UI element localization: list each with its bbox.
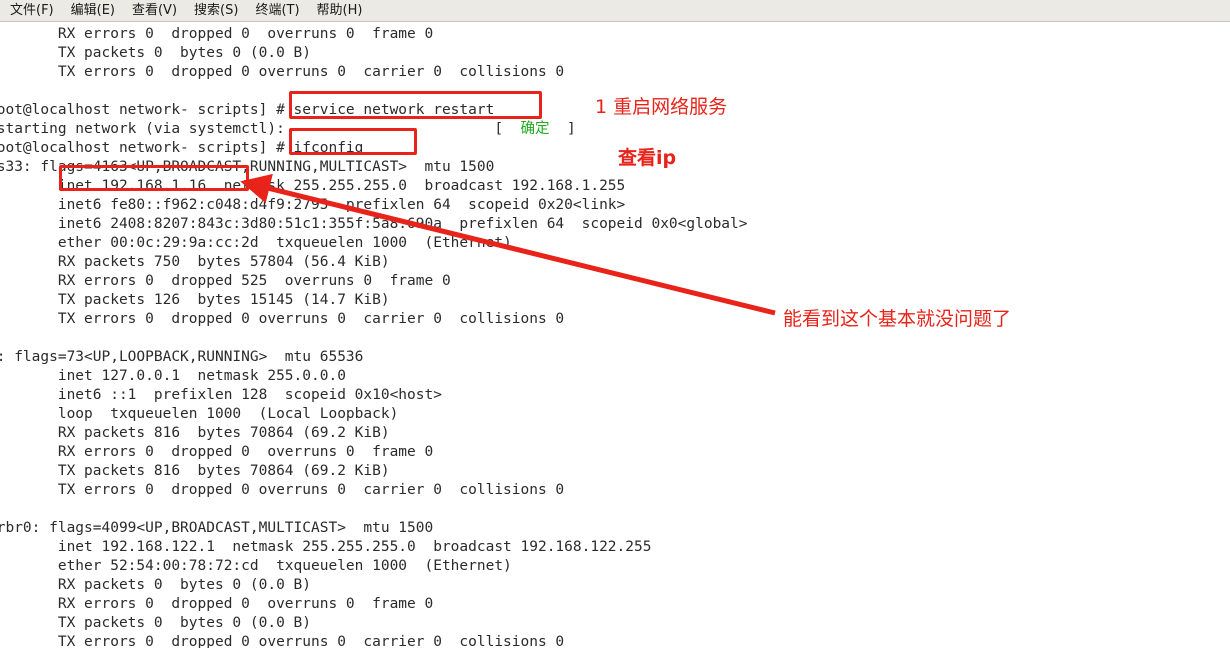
- menu-bar: 文件(F) 编辑(E) 查看(V) 搜索(S) 终端(T) 帮助(H): [0, 0, 1230, 22]
- terminal-line: TX errors 0 dropped 0 overruns 0 carrier…: [0, 64, 565, 80]
- terminal-line: TX packets 126 bytes 15145 (14.7 KiB): [0, 292, 390, 308]
- terminal-line: root@localhost network- scripts] # ifcon…: [0, 140, 364, 156]
- terminal-output-area[interactable]: RX errors 0 dropped 0 overruns 0 frame 0…: [0, 23, 1230, 648]
- terminal-line: inet6 2408:8207:843c:3d80:51c1:355f:5a8:…: [0, 216, 748, 232]
- terminal-line: ether 52:54:00:78:72:cd txqueuelen 1000 …: [0, 558, 512, 574]
- terminal-line: RX packets 816 bytes 70864 (69.2 KiB): [0, 425, 390, 441]
- menu-item-file[interactable]: 文件(F): [2, 1, 63, 21]
- terminal-line: irbr0: flags=4099<UP,BROADCAST,MULTICAST…: [0, 520, 434, 536]
- terminal-line: TX errors 0 dropped 0 overruns 0 carrier…: [0, 311, 565, 327]
- terminal-line: inet 192.168.122.1 netmask 255.255.255.0…: [0, 539, 652, 555]
- terminal-line: RX packets 750 bytes 57804 (56.4 KiB): [0, 254, 390, 270]
- menu-item-view[interactable]: 查看(V): [124, 1, 186, 21]
- terminal-line: TX packets 0 bytes 0 (0.0 B): [0, 45, 312, 61]
- terminal-line: RX errors 0 dropped 0 overruns 0 frame 0: [0, 444, 434, 460]
- terminal-line: TX errors 0 dropped 0 overruns 0 carrier…: [0, 482, 565, 498]
- menu-item-help[interactable]: 帮助(H): [309, 1, 372, 21]
- menu-item-terminal[interactable]: 终端(T): [247, 1, 308, 21]
- terminal-line: loop txqueuelen 1000 (Local Loopback): [0, 406, 399, 422]
- terminal-line: o: flags=73<UP,LOOPBACK,RUNNING> mtu 655…: [0, 349, 364, 365]
- terminal-line: RX errors 0 dropped 0 overruns 0 frame 0: [0, 26, 434, 42]
- terminal-line: TX errors 0 dropped 0 overruns 0 carrier…: [0, 634, 565, 648]
- terminal-line: inet6 fe80::f962:c048:d4f9:2795 prefixle…: [0, 197, 626, 213]
- terminal-line: RX packets 0 bytes 0 (0.0 B): [0, 577, 312, 593]
- terminal-line: TX packets 816 bytes 70864 (69.2 KiB): [0, 463, 390, 479]
- terminal-line: RX errors 0 dropped 0 overruns 0 frame 0: [0, 596, 434, 612]
- terminal-line: inet6 ::1 prefixlen 128 scopeid 0x10<hos…: [0, 387, 442, 403]
- terminal-line: TX packets 0 bytes 0 (0.0 B): [0, 615, 312, 631]
- terminal-line: ns33: flags=4163<UP,BROADCAST,RUNNING,MU…: [0, 159, 495, 175]
- terminal-line: inet 192.168.1.16 netmask 255.255.255.0 …: [0, 178, 626, 194]
- terminal-line: root@localhost network- scripts] # servi…: [0, 102, 495, 118]
- terminal-line: inet 127.0.0.1 netmask 255.0.0.0: [0, 368, 346, 384]
- terminal-line: ether 00:0c:29:9a:cc:2d txqueuelen 1000 …: [0, 235, 512, 251]
- terminal-line-list: RX errors 0 dropped 0 overruns 0 frame 0…: [0, 25, 1230, 648]
- menu-item-edit[interactable]: 编辑(E): [63, 1, 124, 21]
- terminal-line: RX errors 0 dropped 525 overruns 0 frame…: [0, 273, 451, 289]
- terminal-line: estarting network (via systemctl): [ 确定 …: [0, 121, 576, 137]
- menu-item-search[interactable]: 搜索(S): [186, 1, 247, 21]
- status-ok-text: 确定: [520, 121, 550, 137]
